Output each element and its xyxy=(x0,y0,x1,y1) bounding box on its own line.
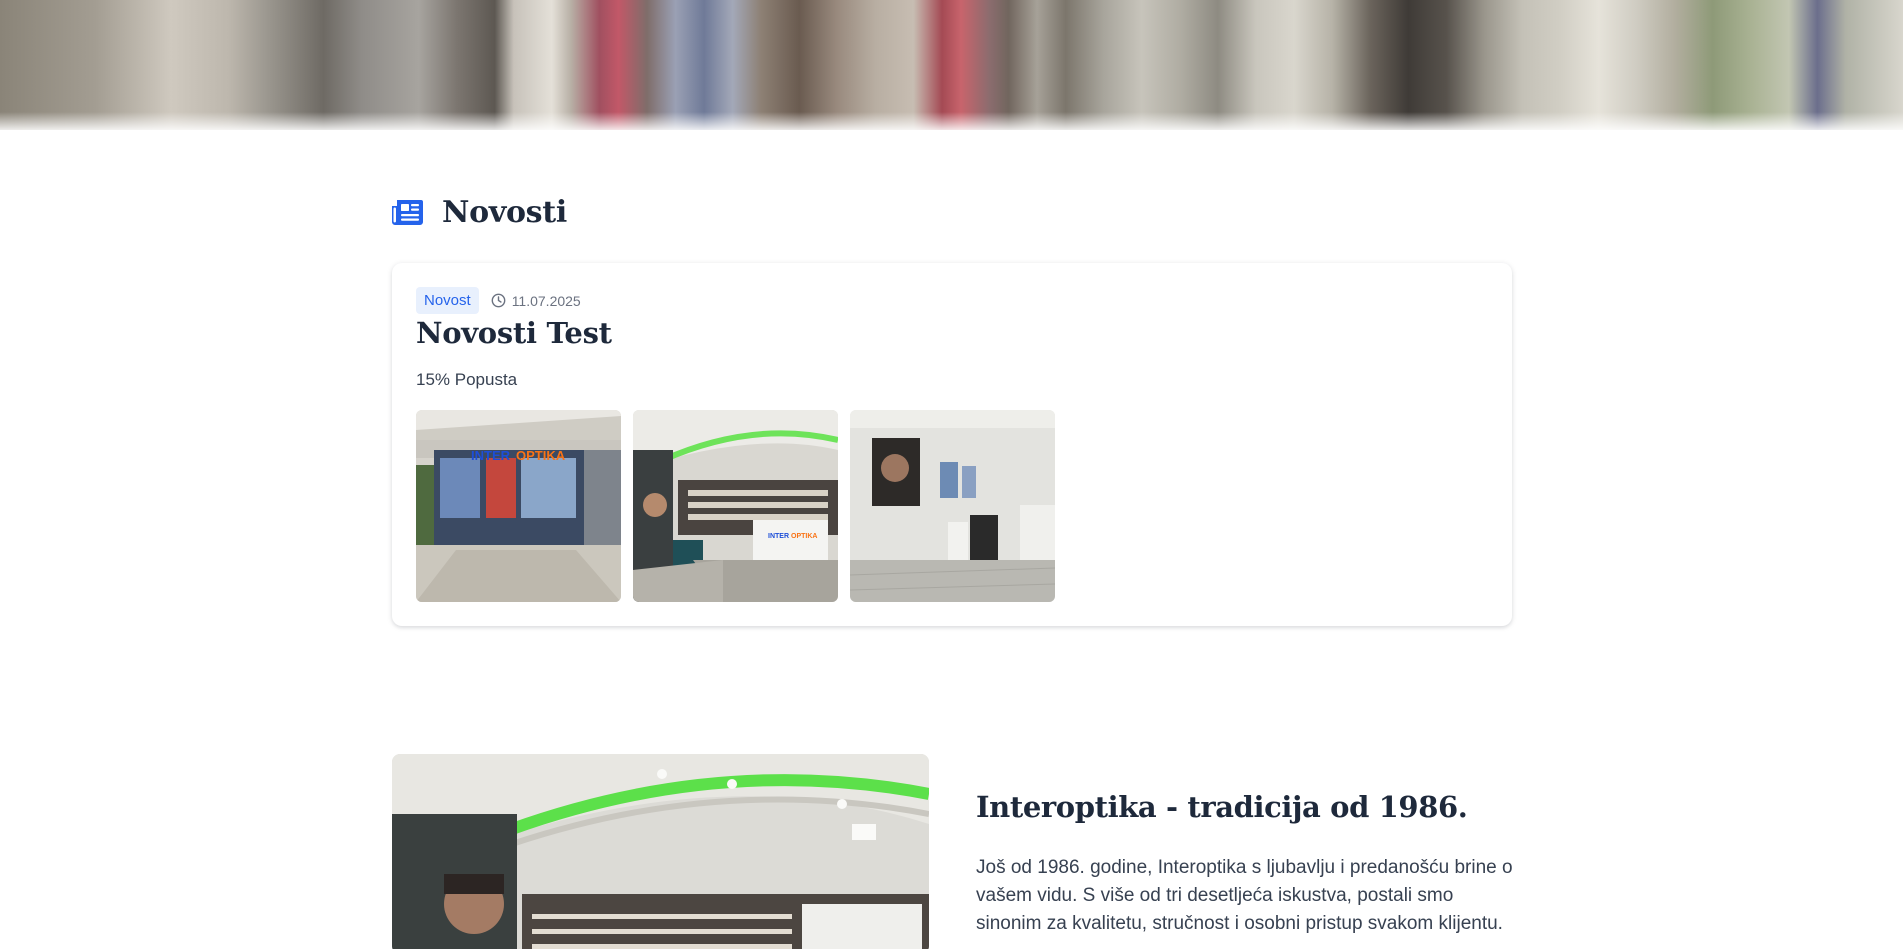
exam-room-photo[interactable] xyxy=(850,410,1055,602)
about-title: Interoptika - tradicija od 1986. xyxy=(976,790,1468,824)
news-title[interactable]: Novosti Test xyxy=(416,316,612,350)
category-badge: Novost xyxy=(416,287,479,314)
news-gallery: INTER OPTIKA INTER OPTIKA xyxy=(416,410,1055,602)
newspaper-icon xyxy=(392,200,423,225)
store-front-photo[interactable]: INTER OPTIKA xyxy=(416,410,621,602)
store-interior-photo[interactable]: INTER OPTIKA xyxy=(633,410,838,602)
hero-banner xyxy=(0,0,1903,130)
svg-text:OPTIKA: OPTIKA xyxy=(791,533,817,540)
svg-text:OPTIKA: OPTIKA xyxy=(516,448,566,463)
news-text: 15% Popusta xyxy=(416,370,518,389)
news-date: 11.07.2025 xyxy=(511,292,581,309)
clock-icon xyxy=(491,293,506,308)
store-interior-photo xyxy=(392,754,929,949)
section-title: Novosti xyxy=(442,194,567,230)
news-card[interactable]: Novost 11.07.2025 Novosti Test 15% Popus… xyxy=(392,263,1512,626)
svg-text:INTER: INTER xyxy=(768,533,789,540)
svg-text:INTER: INTER xyxy=(471,448,511,463)
about-image xyxy=(392,754,929,949)
news-section-header: Novosti xyxy=(391,192,567,232)
about-text: Još od 1986. godine, Interoptika s ljuba… xyxy=(976,857,1513,934)
news-meta: Novost 11.07.2025 xyxy=(416,287,581,314)
